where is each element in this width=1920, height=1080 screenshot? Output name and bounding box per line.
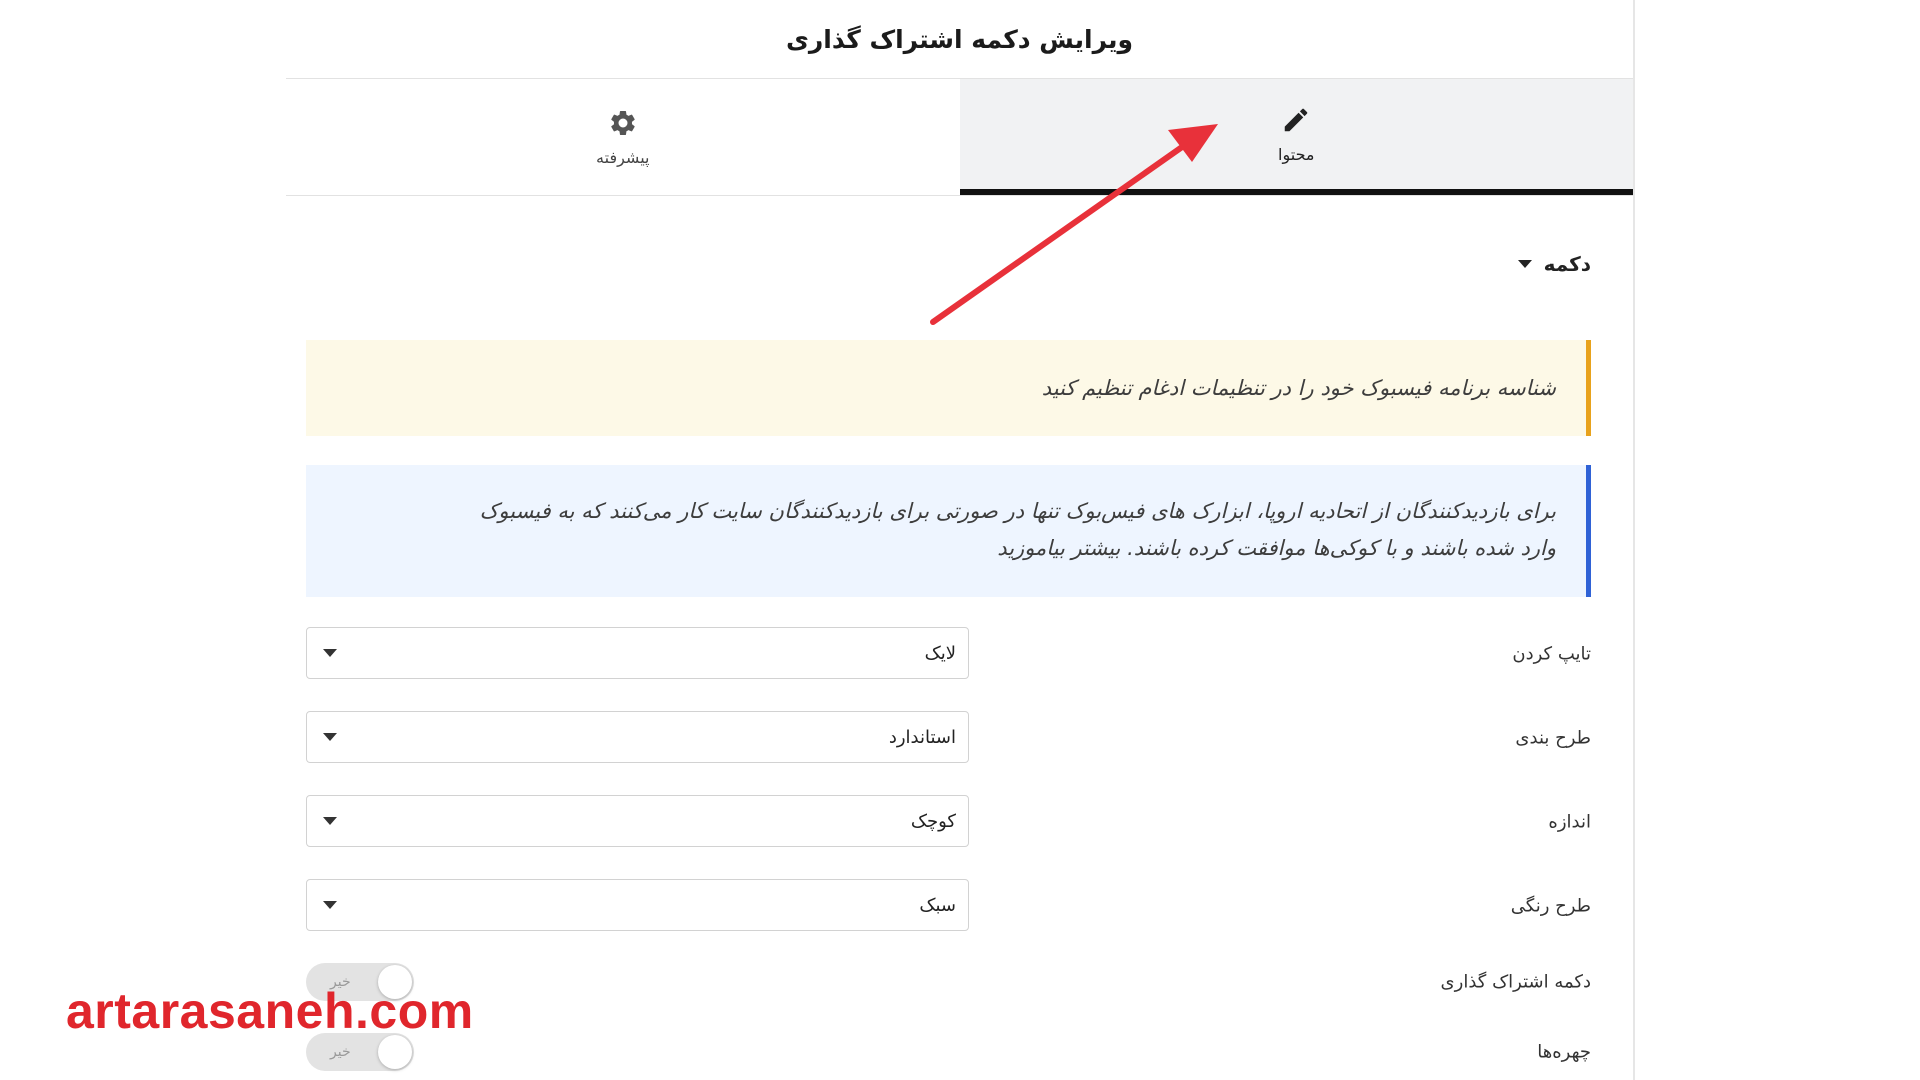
field-row-share: دکمه اشتراک گذاری خیر	[306, 955, 1591, 1009]
editor-panel: ویرایش دکمه اشتراک گذاری محتوا پیشرفته د…	[286, 0, 1635, 1080]
color-select-value: سبک	[919, 894, 956, 916]
section-title: دکمه	[1543, 252, 1591, 276]
info-text-line1: برای بازدیدکنندگان از اتحادیه اروپا، ابز…	[479, 499, 1556, 523]
tab-advanced[interactable]: پیشرفته	[286, 79, 960, 195]
info-text-line2: وارد شده باشند و با کوکی‌ها موافقت کرده …	[1127, 536, 1556, 560]
chevron-down-icon	[323, 901, 337, 909]
tab-content-label: محتوا	[1278, 144, 1315, 164]
type-label: تایپ کردن	[1512, 643, 1591, 665]
info-notice: برای بازدیدکنندگان از اتحادیه اروپا، ابز…	[306, 465, 1591, 597]
chevron-down-icon	[323, 817, 337, 825]
faces-label: چهره‌ها	[1537, 1041, 1591, 1063]
field-row-size: اندازه کوچک	[306, 795, 1591, 849]
size-select[interactable]: کوچک	[306, 795, 969, 847]
type-select-value: لایک	[924, 642, 956, 664]
field-row-color: طرح رنگی سبک	[306, 879, 1591, 933]
warning-text: شناسه برنامه فیسبوک خود را در تنظیمات اد…	[1041, 376, 1556, 400]
tab-content[interactable]: محتوا	[959, 79, 1633, 195]
tab-advanced-label: پیشرفته	[596, 147, 650, 167]
share-label: دکمه اشتراک گذاری	[1440, 971, 1591, 993]
toggle-knob	[378, 1035, 412, 1069]
gear-icon	[608, 108, 638, 138]
chevron-down-icon	[323, 649, 337, 657]
faces-toggle-text: خیر	[330, 1044, 351, 1060]
type-select[interactable]: لایک	[306, 627, 969, 679]
learn-more-link[interactable]: بیشتر بیاموزید	[997, 536, 1120, 560]
layout-select-value: استاندارد	[888, 726, 956, 748]
section-toggle-button[interactable]: دکمه	[1517, 252, 1591, 276]
layout-select[interactable]: استاندارد	[306, 711, 969, 763]
field-row-type: تایپ کردن لایک	[306, 627, 1591, 681]
field-row-faces: چهره‌ها خیر	[306, 1025, 1591, 1079]
size-select-value: کوچک	[910, 810, 956, 832]
caret-down-icon	[1517, 260, 1532, 268]
pencil-icon	[1281, 105, 1311, 135]
color-label: طرح رنگی	[1510, 895, 1591, 917]
color-select[interactable]: سبک	[306, 879, 969, 931]
layout-label: طرح بندی	[1515, 727, 1591, 749]
tab-bar: محتوا پیشرفته	[286, 78, 1633, 196]
panel-title: ویرایش دکمه اشتراک گذاری	[785, 24, 1134, 54]
field-row-layout: طرح بندی استاندارد	[306, 711, 1591, 765]
warning-notice: شناسه برنامه فیسبوک خود را در تنظیمات اد…	[306, 340, 1591, 436]
chevron-down-icon	[323, 733, 337, 741]
watermark-text: artarasaneh.com	[66, 983, 474, 1039]
size-label: اندازه	[1548, 811, 1591, 833]
